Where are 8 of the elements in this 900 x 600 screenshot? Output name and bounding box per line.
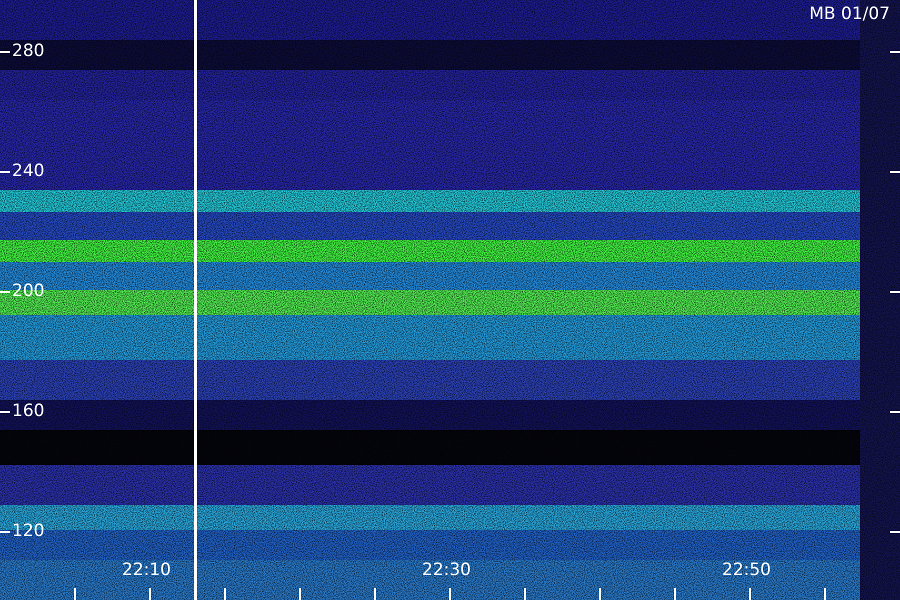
y-axis-label: 240 — [12, 163, 44, 180]
x-axis-label: 22:30 — [422, 562, 471, 579]
y-axis-label: 280 — [12, 43, 44, 60]
x-axis-label: 22:10 — [122, 562, 171, 579]
x-axis-label: 22:50 — [722, 562, 771, 579]
plot-title: MB 01/07 — [809, 6, 890, 23]
y-axis-label: 120 — [12, 523, 44, 540]
y-axis-label: 160 — [12, 403, 44, 420]
